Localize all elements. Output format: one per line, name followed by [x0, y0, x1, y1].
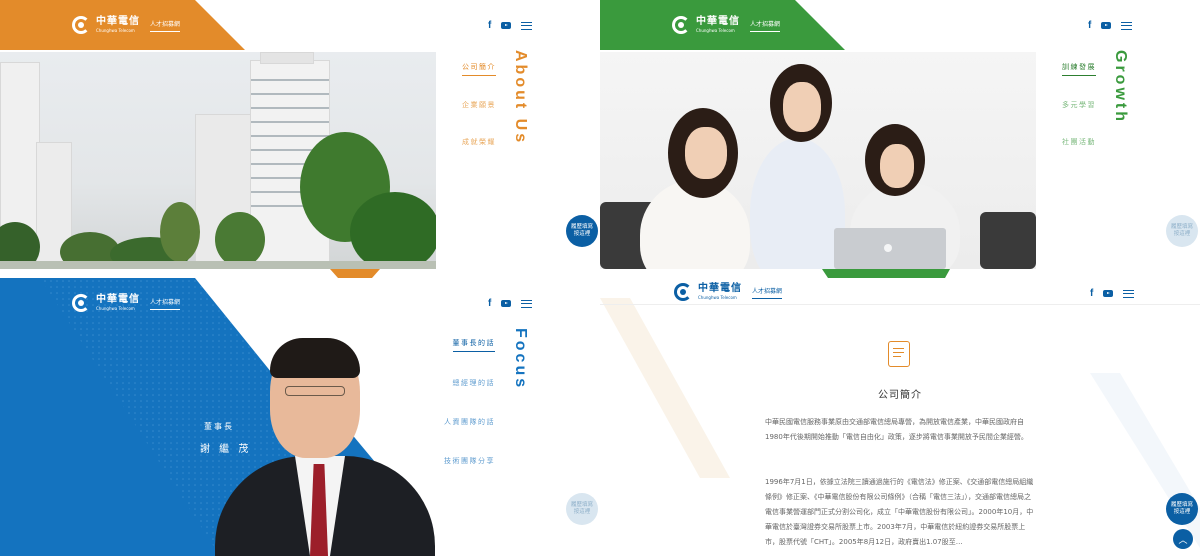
- chevron-up-icon: ︿: [1178, 535, 1188, 546]
- company-intro-panel: 中華電信 Chunghwa Telecom 人才招募網 f 公司簡介 中華民國電…: [600, 278, 1200, 555]
- menu-item-chairman[interactable]: 董事長的話: [452, 338, 495, 352]
- brand-name: 中華電信: [698, 283, 742, 294]
- menu-item-tech-team[interactable]: 技術團隊分享: [444, 456, 495, 469]
- menu-item-learning[interactable]: 多元學習: [1062, 100, 1096, 113]
- header-icons: f: [488, 298, 533, 309]
- brand-subtitle: 人才招募網: [150, 19, 181, 32]
- chunghwa-logo-icon: [674, 283, 692, 301]
- youtube-icon[interactable]: [501, 300, 512, 307]
- brand-name-en: Chunghwa Telecom: [698, 295, 737, 300]
- facebook-icon[interactable]: f: [1090, 288, 1093, 299]
- office-building-photo: [0, 52, 436, 269]
- menu-item-training[interactable]: 訓練發展: [1062, 62, 1096, 76]
- menu-item-president[interactable]: 總經理的話: [453, 378, 496, 391]
- brand-subtitle: 人才招募網: [750, 19, 781, 32]
- focus-panel: 中華電信 Chunghwa Telecom 人才招募網 f 董事長 謝 繼 茂 …: [0, 278, 600, 556]
- menu-icon[interactable]: [1121, 21, 1133, 30]
- recruit-button[interactable]: 履歷填寫 按這裡: [1166, 493, 1198, 525]
- growth-panel: 中華電信 Chunghwa Telecom 人才招募網 f 訓練發展 多元學習 …: [600, 0, 1200, 278]
- menu-item-clubs[interactable]: 社團活動: [1062, 137, 1096, 150]
- brand-name: 中華電信: [96, 16, 140, 27]
- brand-name-en: Chunghwa Telecom: [696, 28, 735, 33]
- focus-side-menu: 董事長的話 總經理的話 人資團隊的話 技術團隊分享: [444, 338, 495, 469]
- brand-logo[interactable]: 中華電信 Chunghwa Telecom 人才招募網: [674, 283, 783, 301]
- recruit-button[interactable]: 履歷填寫 按這裡: [1166, 215, 1198, 247]
- facebook-icon[interactable]: f: [1088, 20, 1091, 31]
- section-heading: 公司簡介: [878, 390, 922, 401]
- recruit-line1: 履歷填寫: [570, 223, 593, 230]
- header-icons: f: [1088, 20, 1133, 31]
- recruit-button[interactable]: 履歷填寫 按這裡: [566, 215, 598, 247]
- chunghwa-logo-icon: [72, 294, 90, 312]
- menu-icon[interactable]: [521, 299, 533, 308]
- menu-icon[interactable]: [521, 21, 533, 30]
- back-to-top-button[interactable]: ︿: [1173, 529, 1193, 549]
- brand-logo[interactable]: 中華電信 Chunghwa Telecom 人才招募網: [72, 16, 181, 34]
- menu-item-achievements[interactable]: 成就榮耀: [462, 137, 496, 150]
- recruit-line1: 履歷填寫: [1170, 501, 1193, 508]
- facebook-icon[interactable]: f: [488, 20, 491, 31]
- menu-icon[interactable]: [1123, 289, 1135, 298]
- youtube-icon[interactable]: [1101, 22, 1112, 29]
- recruit-line2: 按這裡: [573, 509, 591, 515]
- brand-name: 中華電信: [696, 16, 740, 27]
- brand-name-en: Chunghwa Telecom: [96, 306, 135, 311]
- focus-title: Focus: [512, 328, 529, 391]
- brand-logo[interactable]: 中華電信 Chunghwa Telecom 人才招募網: [672, 16, 781, 34]
- growth-title: Growth: [1112, 50, 1129, 124]
- recruit-button[interactable]: 履歷填寫 按這裡: [566, 493, 598, 525]
- header-icons: f: [1090, 288, 1135, 299]
- brand-name: 中華電信: [96, 294, 140, 305]
- brand-name-en: Chunghwa Telecom: [96, 28, 135, 33]
- youtube-icon[interactable]: [1103, 290, 1114, 297]
- chairman-caption: 董事長 謝 繼 茂: [200, 421, 251, 455]
- recruit-line2: 按這裡: [1173, 509, 1191, 515]
- menu-item-vision[interactable]: 企業願景: [462, 100, 496, 113]
- menu-item-hr-team[interactable]: 人資團隊的話: [444, 417, 495, 430]
- chunghwa-logo-icon: [72, 16, 90, 34]
- intro-paragraph-2: 1996年7月1日，依據立法院三讀通過施行的《電信法》修正案、《交通部電信總局組…: [765, 478, 1034, 546]
- chairman-title: 董事長: [204, 422, 234, 431]
- recruit-line2: 按這裡: [1173, 231, 1191, 237]
- team-working-photo: [600, 52, 1036, 269]
- menu-item-company-profile[interactable]: 公司簡介: [462, 62, 496, 76]
- facebook-icon[interactable]: f: [488, 298, 491, 309]
- intro-paragraph-1: 中華民國電信服務事業原由交通部電信總局專營，為開放電信產業，中華民國政府自198…: [765, 418, 1028, 441]
- chunghwa-logo-icon: [672, 16, 690, 34]
- scroll-icon: [888, 341, 910, 367]
- brand-logo[interactable]: 中華電信 Chunghwa Telecom 人才招募網: [72, 294, 181, 312]
- brand-subtitle: 人才招募網: [752, 286, 783, 299]
- recruit-line1: 履歷填寫: [1170, 223, 1193, 230]
- about-us-panel: 中華電信 Chunghwa Telecom 人才招募網 f 公司簡介 企業願景 …: [0, 0, 600, 278]
- growth-side-menu: 訓練發展 多元學習 社團活動: [1062, 62, 1096, 150]
- chairman-name: 謝 繼 茂: [200, 444, 252, 455]
- recruit-line1: 履歷填寫: [570, 501, 593, 508]
- youtube-icon[interactable]: [501, 22, 512, 29]
- about-us-title: About Us: [512, 50, 529, 146]
- brand-subtitle: 人才招募網: [150, 297, 181, 310]
- about-side-menu: 公司簡介 企業願景 成就榮耀: [462, 62, 496, 150]
- recruit-line2: 按這裡: [573, 231, 591, 237]
- header-icons: f: [488, 20, 533, 31]
